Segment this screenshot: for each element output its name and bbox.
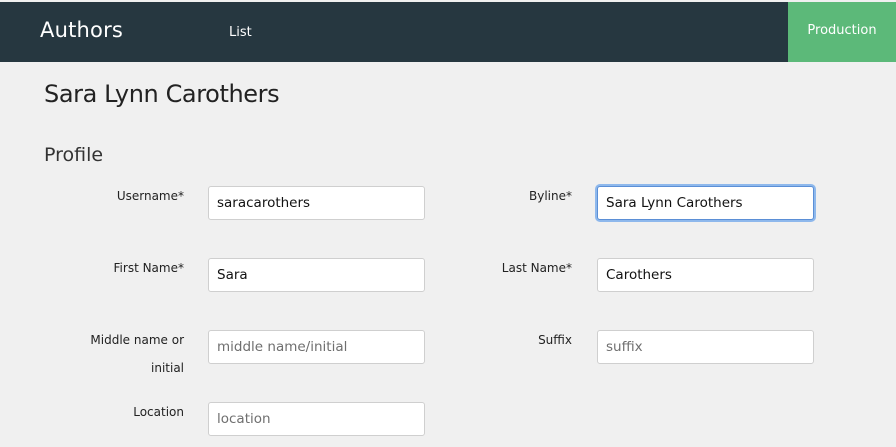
page-title: Sara Lynn Carothers — [44, 80, 280, 108]
location-label: Location — [133, 405, 184, 419]
location-field[interactable] — [208, 402, 425, 436]
last-name-label: Last Name* — [501, 261, 572, 275]
middle-name-field[interactable] — [208, 330, 425, 364]
brand-title[interactable]: Authors — [40, 18, 123, 42]
middle-name-label: Middle name or initial — [60, 326, 184, 382]
username-label: Username* — [116, 189, 184, 203]
byline-field[interactable] — [597, 186, 814, 220]
nav-list-link[interactable]: List — [229, 25, 252, 40]
byline-label: Byline* — [529, 189, 572, 203]
middle-name-label-line2: initial — [151, 361, 184, 375]
first-name-field[interactable] — [208, 258, 425, 292]
middle-name-label-line1: Middle name or — [90, 333, 184, 347]
last-name-field[interactable] — [597, 258, 814, 292]
suffix-field[interactable] — [597, 330, 814, 364]
top-navbar: Authors List Production — [0, 2, 896, 62]
first-name-label: First Name* — [113, 261, 184, 275]
suffix-label: Suffix — [538, 333, 572, 347]
username-field[interactable] — [208, 186, 425, 220]
section-title-profile: Profile — [44, 144, 104, 166]
environment-badge[interactable]: Production — [788, 2, 896, 62]
